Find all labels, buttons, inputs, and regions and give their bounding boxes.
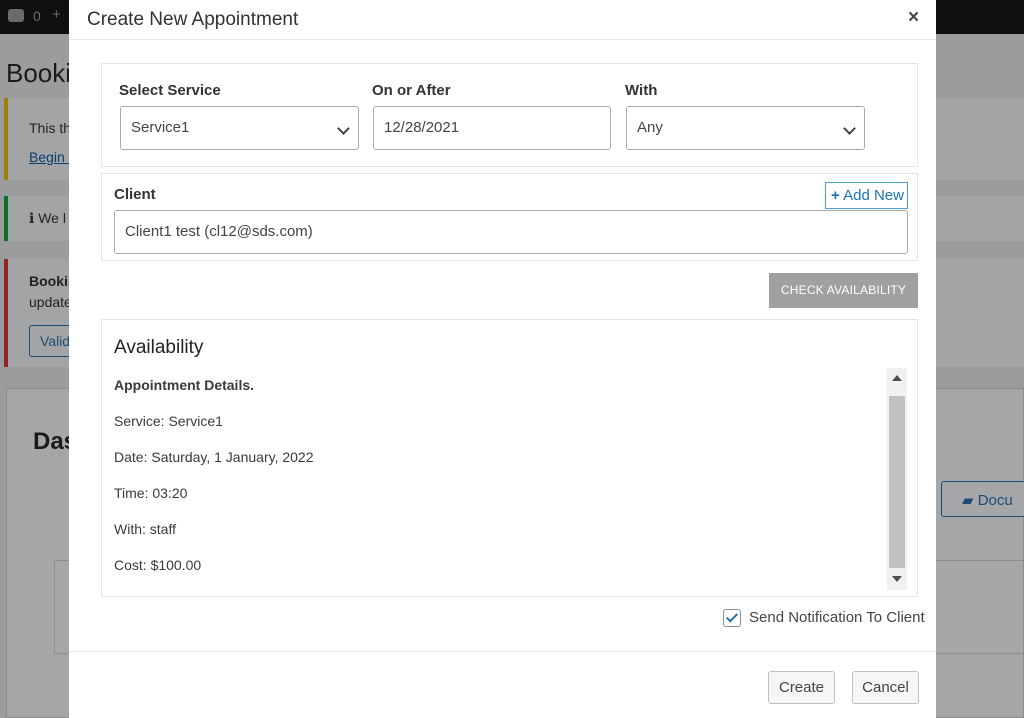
scroll-down-arrow-icon[interactable] [892,576,902,582]
client-panel: Client + Add New Client1 test (cl12@sds.… [101,173,918,261]
comment-icon[interactable] [8,9,24,22]
notice-info-text: ℹ We l [29,210,66,226]
scroll-up-arrow-icon[interactable] [892,375,902,381]
modal-footer: Create Cancel [69,651,936,718]
date-input[interactable]: 12/28/2021 [373,106,611,150]
notice-error-subtext: update [29,294,72,310]
service-select[interactable]: Service1 [120,106,359,150]
comment-count: 0 [33,8,41,24]
with-label: With [625,82,658,99]
modal-title: Create New Appointment [87,9,299,30]
with-select[interactable]: Any [626,106,865,150]
notice-warning-link[interactable]: Begin i [29,149,72,165]
modal-header: Create New Appointment × [69,0,936,40]
client-label: Client [114,186,156,203]
appointment-details-heading: Appointment Details. [114,377,255,393]
date-label: On or After [372,82,451,99]
book-icon: ▰ [962,492,974,509]
documentation-button[interactable]: ▰ Docu [941,481,1024,517]
detail-date: Date: Saturday, 1 January, 2022 [114,449,314,465]
availability-title: Availability [114,337,204,358]
chevron-down-icon [337,122,350,135]
send-notification-checkbox[interactable] [723,609,741,627]
with-select-value: Any [637,119,663,136]
service-panel: Select Service Service1 On or After 12/2… [101,63,918,167]
send-notification-label[interactable]: Send Notification To Client [749,609,925,626]
detail-service: Service: Service1 [114,413,223,429]
plus-icon[interactable]: + [52,6,61,23]
check-availability-button[interactable]: CHECK AVAILABILITY [769,273,918,308]
close-icon[interactable]: × [908,7,919,29]
client-input[interactable]: Client1 test (cl12@sds.com) [114,210,908,254]
detail-cost: Cost: $100.00 [114,557,202,573]
create-button[interactable]: Create [768,671,835,704]
create-appointment-modal: Create New Appointment × Select Service … [69,0,936,718]
service-label: Select Service [119,82,221,99]
service-select-value: Service1 [131,119,190,136]
cancel-button[interactable]: Cancel [852,671,919,704]
page-title: Booki [6,58,72,88]
notice-warning-text: This th [29,120,72,136]
availability-scrollbar[interactable] [887,368,907,590]
add-new-client-button[interactable]: + Add New [825,182,908,209]
detail-time: Time: 03:20 [114,485,188,501]
chevron-down-icon [843,122,856,135]
checkmark-icon [725,610,739,623]
plus-icon: + [831,187,840,204]
availability-panel: Availability Appointment Details. Servic… [101,319,918,597]
scrollbar-thumb[interactable] [889,396,905,568]
detail-with: With: staff [114,521,176,537]
